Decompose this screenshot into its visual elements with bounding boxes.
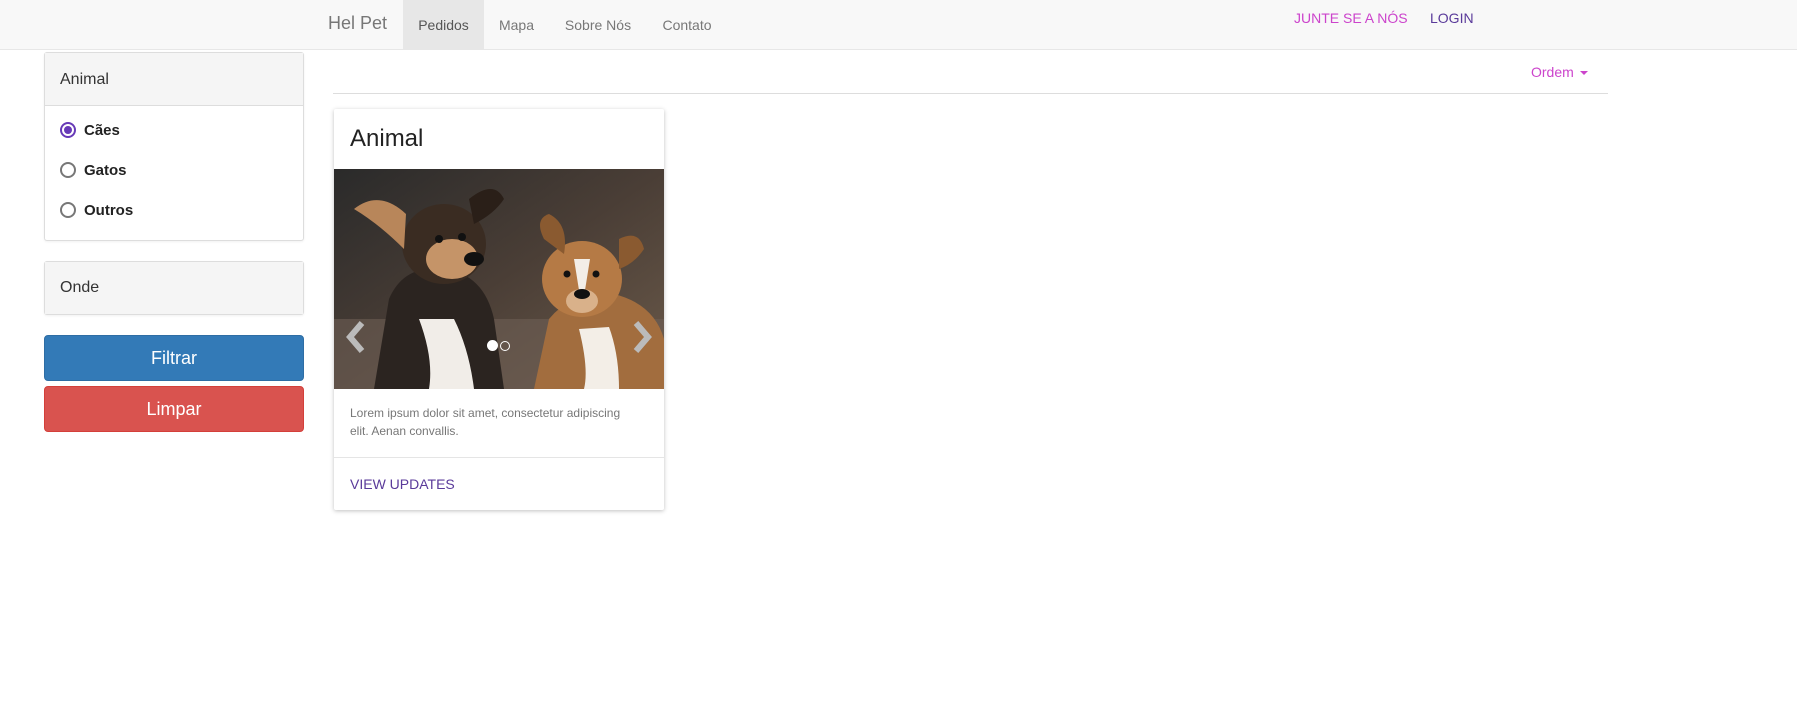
card-carousel[interactable] bbox=[334, 169, 664, 389]
carousel-indicator-2[interactable] bbox=[500, 341, 510, 351]
radio-option-outros[interactable]: Outros bbox=[60, 200, 133, 222]
chevron-left-icon[interactable] bbox=[342, 319, 370, 355]
order-dropdown[interactable]: Ordem bbox=[1531, 64, 1588, 80]
animal-filter-heading: Animal bbox=[45, 53, 303, 106]
card-divider bbox=[334, 457, 664, 458]
radio-checked-icon[interactable] bbox=[60, 122, 76, 138]
top-navbar: Hel Pet Pedidos Mapa Sobre Nós Contato J… bbox=[0, 0, 1797, 50]
caret-down-icon bbox=[1579, 71, 1588, 75]
card-description: Lorem ipsum dolor sit amet, consectetur … bbox=[350, 406, 621, 438]
onde-filter-heading[interactable]: Onde bbox=[45, 262, 303, 314]
nav-item-sobre-nos[interactable]: Sobre Nós bbox=[549, 0, 647, 50]
animal-filter-panel: Animal Cães Gatos Outros bbox=[44, 52, 304, 241]
view-updates-link[interactable]: VIEW UPDATES bbox=[350, 476, 455, 492]
radio-option-gatos[interactable]: Gatos bbox=[60, 160, 127, 182]
join-us-link[interactable]: JUNTE SE A NÓS bbox=[1294, 10, 1408, 26]
radio-label-outros: Outros bbox=[84, 202, 134, 219]
carousel-indicator-1[interactable] bbox=[487, 340, 498, 351]
order-dropdown-label: Ordem bbox=[1531, 64, 1574, 80]
radio-unchecked-icon[interactable] bbox=[60, 202, 76, 218]
clear-button[interactable]: Limpar bbox=[44, 386, 304, 432]
login-link[interactable]: LOGIN bbox=[1430, 10, 1474, 26]
filter-button[interactable]: Filtrar bbox=[44, 335, 304, 381]
radio-label-caes: Cães bbox=[84, 122, 120, 139]
order-divider bbox=[333, 93, 1608, 94]
radio-option-caes[interactable]: Cães bbox=[60, 120, 120, 142]
onde-filter-panel[interactable]: Onde bbox=[44, 261, 304, 315]
nav-item-contato[interactable]: Contato bbox=[647, 0, 727, 50]
radio-label-gatos: Gatos bbox=[84, 162, 127, 179]
animal-card: Animal Lorem ipsum dolor sit amet, conse… bbox=[334, 109, 664, 510]
brand-link[interactable]: Hel Pet bbox=[328, 13, 387, 34]
nav-item-mapa[interactable]: Mapa bbox=[484, 0, 549, 50]
chevron-right-icon[interactable] bbox=[628, 319, 656, 355]
card-title: Animal bbox=[350, 125, 424, 152]
puppies-image bbox=[334, 169, 664, 389]
radio-unchecked-icon[interactable] bbox=[60, 162, 76, 178]
nav-item-pedidos[interactable]: Pedidos bbox=[403, 0, 484, 50]
